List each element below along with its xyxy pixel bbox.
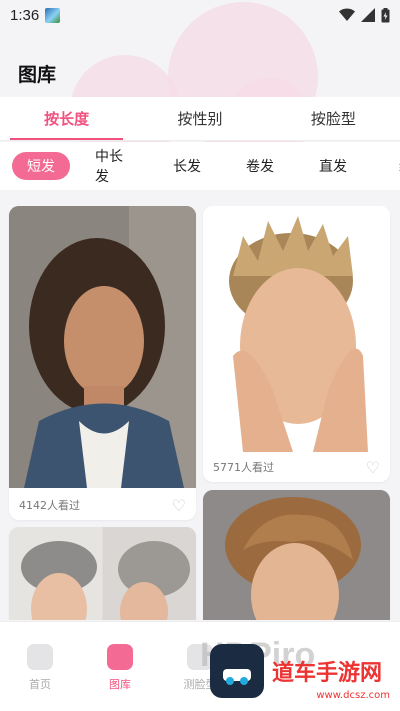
card-meta: 5771人看过 ♡ (203, 452, 390, 482)
nav-label: 图库 (109, 678, 131, 691)
wifi-icon (339, 8, 355, 21)
heart-icon[interactable]: ♡ (366, 458, 380, 477)
watermark-logo-icon (210, 644, 264, 698)
watermark-url: www.dcsz.com (316, 690, 390, 701)
hairstyle-photo (203, 206, 390, 452)
hairstyle-card[interactable] (203, 490, 390, 620)
hairstyle-filter-bar: 短发 中长发 长发 卷发 直发 编 (0, 142, 400, 190)
home-icon (27, 644, 53, 670)
chip-medium-hair[interactable]: 中长发 (85, 149, 143, 185)
length-tabs: 按长度 按性别 按脸型 (0, 97, 400, 141)
chip-curly-hair[interactable]: 卷发 (231, 152, 289, 180)
signal-icon (361, 8, 375, 22)
notification-app-icon (45, 7, 61, 23)
chip-short-hair[interactable]: 短发 (12, 152, 70, 180)
watermark-text: 道车手游网 (272, 660, 383, 685)
status-time: 1:36 (10, 6, 40, 24)
view-count: 5771人看过 (213, 461, 274, 474)
hairstyle-photo (203, 490, 390, 620)
tab-by-length[interactable]: 按长度 (0, 97, 133, 140)
nav-home[interactable]: 首页 (0, 644, 80, 692)
nav-gallery[interactable]: 图库 (80, 644, 160, 692)
battery-icon (381, 7, 390, 22)
hairstyle-photo (9, 206, 196, 488)
hairstyle-grid: 4142人看过 ♡ 5771人看过 ♡ (0, 190, 400, 620)
heart-icon[interactable]: ♡ (172, 496, 186, 515)
watermark: 道车手游网 www.dcsz.com (210, 641, 390, 701)
tab-by-face-shape[interactable]: 按脸型 (267, 97, 400, 140)
chip-braid[interactable]: 编 (377, 152, 400, 180)
card-meta: 4142人看过 ♡ (9, 490, 196, 520)
view-count: 4142人看过 (19, 499, 80, 512)
page-title: 图库 (18, 64, 57, 86)
chip-long-hair[interactable]: 长发 (158, 152, 216, 180)
chip-straight-hair[interactable]: 直发 (304, 152, 362, 180)
nav-label: 首页 (29, 678, 51, 691)
status-bar: 1:36 (0, 0, 400, 30)
hairstyle-photo (9, 527, 196, 620)
hairstyle-card[interactable]: 5771人看过 ♡ (203, 206, 390, 482)
tab-by-gender[interactable]: 按性别 (133, 97, 266, 140)
hairstyle-card[interactable] (9, 527, 196, 620)
gallery-icon (107, 644, 133, 670)
hairstyle-card[interactable]: 4142人看过 ♡ (9, 206, 196, 520)
